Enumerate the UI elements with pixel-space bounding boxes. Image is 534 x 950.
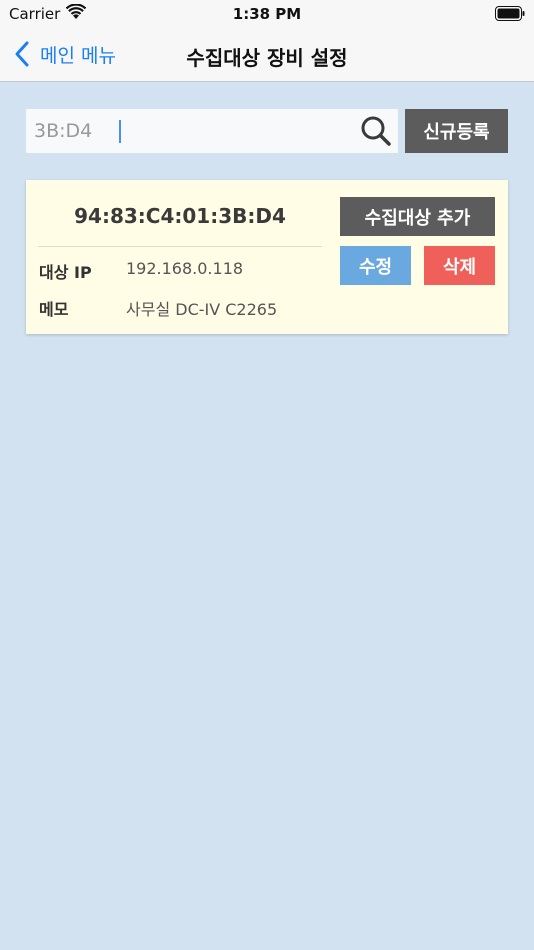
edit-button[interactable]: 수정 [340,246,411,285]
search-input[interactable] [26,109,356,153]
text-caret [119,120,121,143]
delete-button[interactable]: 삭제 [424,246,495,285]
search-box [26,109,398,153]
device-card: 94:83:C4:01:3B:D4 대상 IP 192.168.0.118 메모… [26,180,508,334]
ip-label: 대상 IP [39,263,92,282]
divider [38,246,322,247]
memo-label: 메모 [39,300,69,319]
ip-value: 192.168.0.118 [126,259,244,278]
search-icon[interactable] [360,115,392,147]
register-button[interactable]: 신규등록 [405,109,508,153]
navigation-bar: 메인 메뉴 수집대상 장비 설정 [0,28,534,82]
status-bar: Carrier 1:38 PM [0,0,534,28]
mac-address: 94:83:C4:01:3B:D4 [74,204,286,228]
battery-icon [495,6,525,21]
add-target-button[interactable]: 수집대상 추가 [340,197,495,236]
memo-value: 사무실 DC-IV C2265 [126,300,278,319]
page-title: 수집대상 장비 설정 [186,46,348,70]
clock: 1:38 PM [232,5,302,23]
